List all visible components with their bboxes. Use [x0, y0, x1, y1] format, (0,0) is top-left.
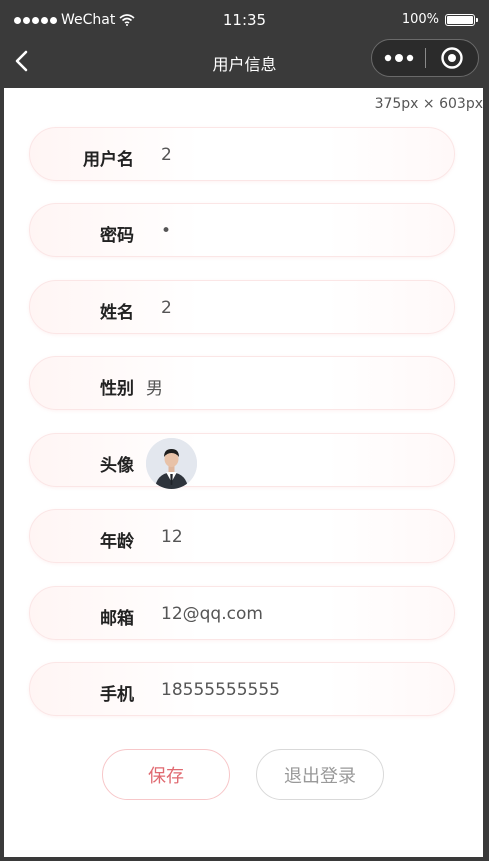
name-input[interactable]: 2 — [161, 298, 361, 320]
field-label: 性别 — [100, 379, 134, 399]
username-input[interactable]: 2 — [161, 145, 361, 167]
field-label: 年龄 — [100, 532, 134, 552]
email-input[interactable]: 12@qq.com — [161, 604, 361, 626]
field-row-email: 邮箱 12@qq.com — [29, 586, 455, 640]
field-row-password: 密码 • — [29, 203, 455, 257]
field-label: 邮箱 — [100, 609, 134, 629]
avatar-person-icon — [146, 438, 197, 489]
field-row-username: 用户名 2 — [29, 127, 455, 181]
age-input[interactable]: 12 — [161, 527, 361, 549]
phone-input[interactable]: 18555555555 — [161, 680, 361, 702]
field-row-age: 年龄 12 — [29, 509, 455, 563]
field-row-phone: 手机 18555555555 — [29, 662, 455, 716]
field-label: 姓名 — [100, 303, 134, 323]
mini-program-capsule — [371, 39, 479, 77]
battery-percent: 100% — [401, 12, 439, 27]
field-label: 手机 — [100, 685, 134, 705]
field-row-avatar: 头像 — [29, 433, 455, 489]
viewport-size-label: 375px × 603px — [374, 96, 483, 112]
battery-icon — [445, 13, 478, 26]
save-button[interactable]: 保存 — [102, 749, 230, 800]
phone-frame: WeChat 11:35 100% 用户信息 375px × 603px 用户名… — [0, 0, 489, 861]
nav-bar: 用户信息 — [0, 34, 489, 88]
logout-button[interactable]: 退出登录 — [256, 749, 384, 800]
password-input[interactable]: • — [161, 221, 361, 243]
close-button[interactable] — [426, 40, 478, 76]
field-label: 头像 — [100, 456, 134, 476]
battery-indicator: 100% — [401, 12, 478, 27]
avatar[interactable] — [146, 438, 197, 489]
content-area: 375px × 603px 用户名 2 密码 • 姓名 2 性别 男 头像 年龄… — [4, 88, 483, 857]
more-dots-icon — [384, 54, 413, 62]
status-bar: WeChat 11:35 100% — [0, 0, 489, 34]
gender-selector[interactable]: 男 — [146, 374, 346, 399]
field-label: 密码 — [100, 226, 134, 246]
field-row-gender: 性别 男 — [29, 356, 455, 410]
field-row-name: 姓名 2 — [29, 280, 455, 334]
more-button[interactable] — [372, 40, 425, 76]
field-label: 用户名 — [83, 150, 134, 170]
target-close-icon — [441, 47, 463, 69]
